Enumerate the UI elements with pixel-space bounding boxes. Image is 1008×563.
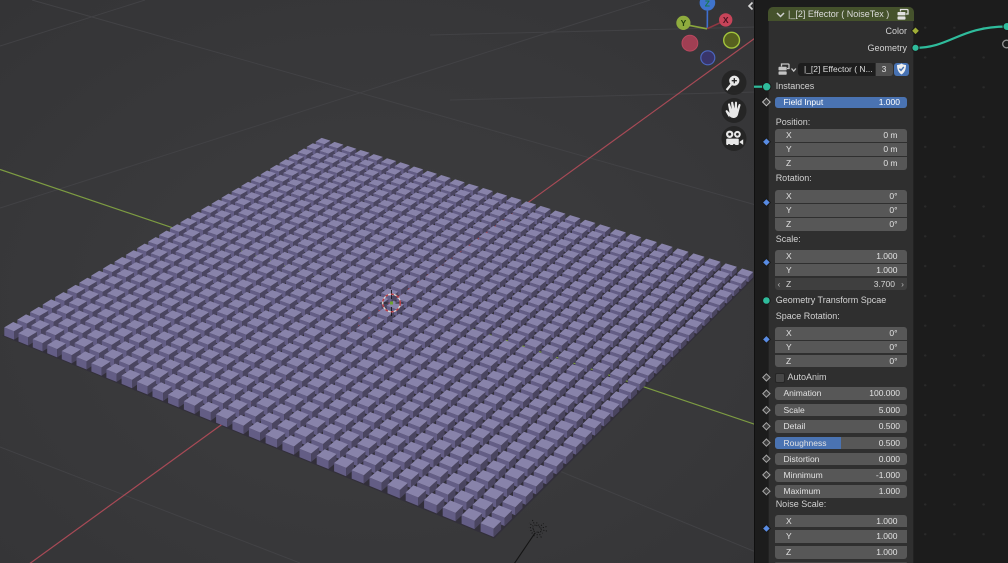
svg-text:Z: Z [705, 0, 710, 8]
svg-text:X: X [723, 15, 729, 25]
